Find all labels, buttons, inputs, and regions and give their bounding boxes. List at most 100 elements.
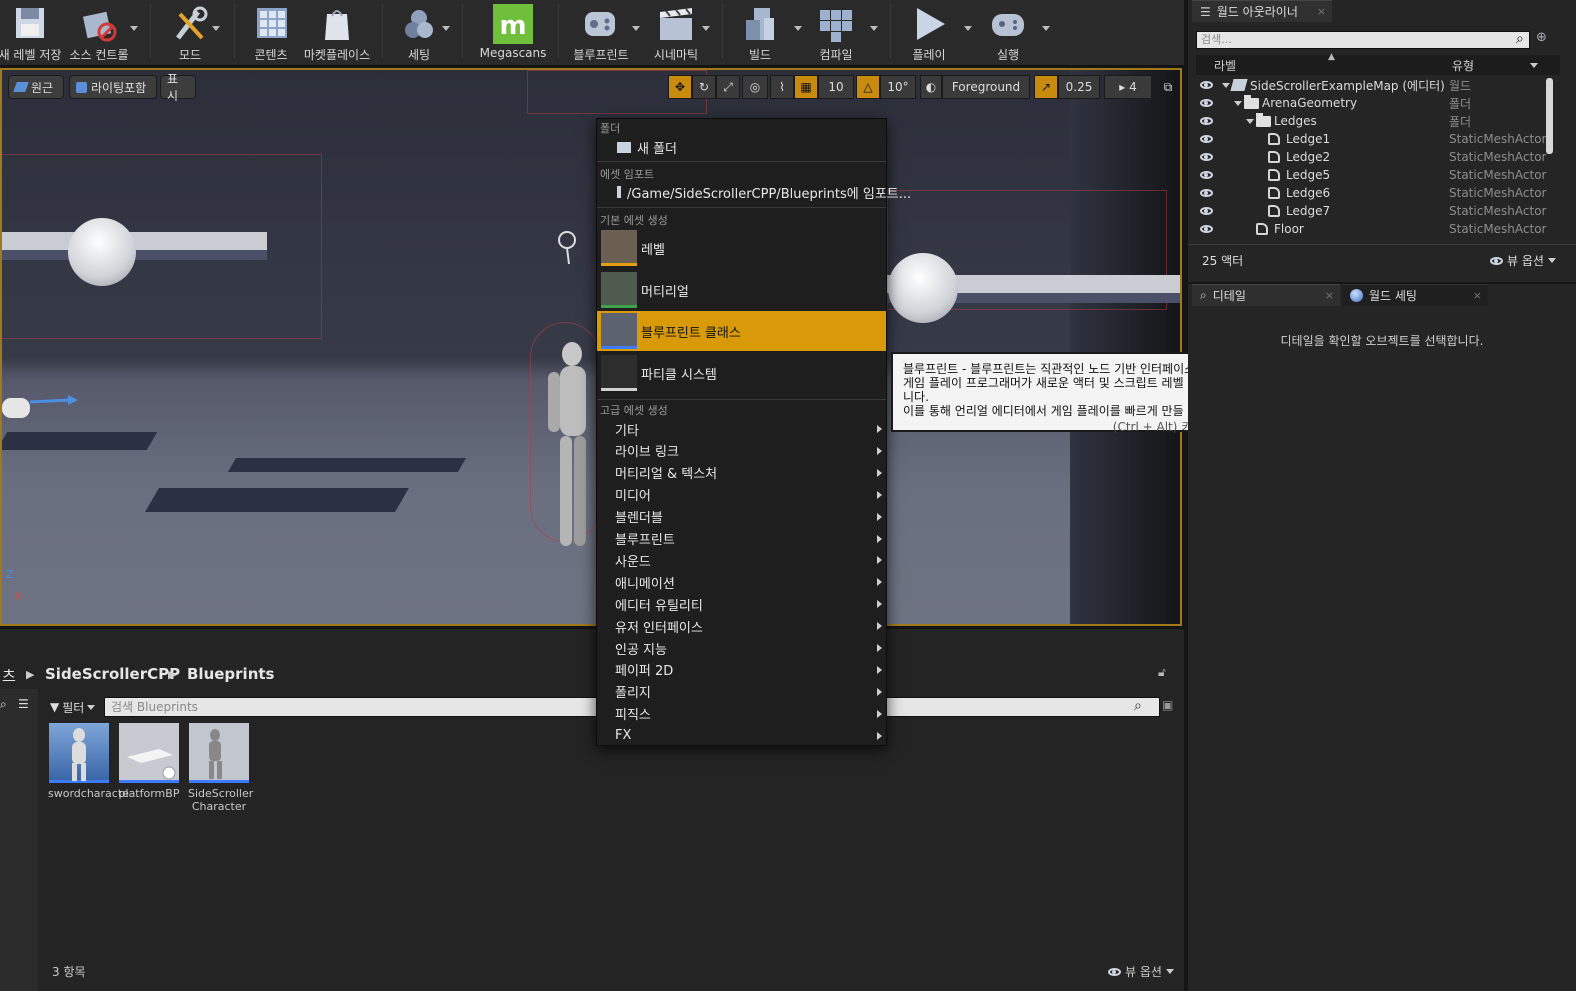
launch-button[interactable]: 실행 bbox=[982, 0, 1034, 62]
search-icon[interactable]: ⌕ bbox=[1134, 698, 1142, 714]
eye-icon[interactable] bbox=[1200, 171, 1213, 179]
eye-icon[interactable] bbox=[1200, 135, 1213, 143]
play-button[interactable]: 플레이 bbox=[904, 0, 954, 62]
translate-tool-icon[interactable]: ✥ bbox=[668, 75, 692, 99]
layer-dropdown[interactable]: Foreground bbox=[942, 75, 1030, 99]
launch-dropdown-icon[interactable] bbox=[1042, 26, 1050, 31]
modes-button[interactable]: 모드 bbox=[162, 0, 218, 62]
level-viewport[interactable]: Z X 원근 라이팅포함 표시 ✥ ↻ ⤢ ◎ ⌇ ▦ 10 △ 10° ◐ F… bbox=[0, 68, 1182, 626]
scale-tool-icon[interactable]: ⤢ bbox=[716, 75, 740, 99]
chevron-down-icon[interactable] bbox=[1222, 82, 1230, 88]
eye-icon[interactable] bbox=[1200, 153, 1213, 161]
outliner-row[interactable]: Ledge7 StaticMeshActor bbox=[1196, 202, 1548, 220]
asset-tile[interactable]: platformBP bbox=[118, 723, 180, 800]
settings-button[interactable]: 세팅 bbox=[394, 0, 444, 62]
save-search-icon[interactable]: ▣ bbox=[1162, 698, 1173, 712]
show-button[interactable]: 표시 bbox=[160, 72, 196, 103]
type-column-header[interactable]: 유형 bbox=[1452, 57, 1474, 74]
sources-panel-collapsed[interactable] bbox=[0, 689, 38, 991]
build-button[interactable]: 빌드 bbox=[736, 0, 784, 62]
advanced-asset-category-item[interactable]: 인공 지능 bbox=[597, 638, 886, 658]
play-dropdown-icon[interactable] bbox=[964, 26, 972, 31]
outliner-row[interactable]: Ledge2 StaticMeshActor bbox=[1196, 148, 1548, 166]
tab-details[interactable]: ⌕ 디테일 × bbox=[1192, 284, 1340, 306]
advanced-asset-category-item[interactable]: 머티리얼 & 텍스처 bbox=[597, 463, 886, 483]
label-column-header[interactable]: 라벨 bbox=[1214, 57, 1236, 74]
layer-icon[interactable]: ◐ bbox=[920, 75, 942, 99]
create-blueprint-class-item[interactable]: 블루프린트 클래스 bbox=[597, 311, 886, 351]
advanced-asset-category-item[interactable]: 에디터 유틸리티 bbox=[597, 594, 886, 614]
advanced-asset-category-item[interactable]: 사운드 bbox=[597, 550, 886, 570]
filter-button[interactable]: ▼ 필터 bbox=[50, 697, 102, 717]
advanced-asset-category-item[interactable]: FX bbox=[597, 726, 886, 746]
source-control-button[interactable]: 소스 컨트롤 bbox=[66, 0, 132, 62]
advanced-asset-category-item[interactable]: 블루프린트 bbox=[597, 529, 886, 549]
breadcrumb-blueprints[interactable]: Blueprints bbox=[187, 665, 274, 683]
eye-icon[interactable] bbox=[1200, 117, 1213, 125]
build-dropdown-icon[interactable] bbox=[794, 26, 802, 31]
scale-snap-value[interactable]: 0.25 bbox=[1058, 75, 1100, 99]
blueprints-button[interactable]: 블루프린트 bbox=[568, 0, 634, 62]
list-view-icon[interactable]: ☰ bbox=[18, 697, 34, 717]
outliner-row[interactable]: Ledges 폴더 bbox=[1196, 112, 1548, 130]
advanced-asset-category-item[interactable]: 블렌더블 bbox=[597, 507, 886, 527]
tab-world-outliner[interactable]: ☰ 월드 아웃라이너 × bbox=[1192, 0, 1332, 22]
advanced-asset-category-item[interactable]: 피직스 bbox=[597, 704, 886, 724]
cinematics-button[interactable]: 시네마틱 bbox=[648, 0, 704, 62]
view-options-button[interactable]: 뷰 옵션 bbox=[1108, 963, 1174, 980]
new-folder-item[interactable]: 새 폴더 bbox=[597, 137, 886, 157]
eye-icon[interactable] bbox=[1200, 225, 1213, 233]
advanced-asset-category-item[interactable]: 폴리지 bbox=[597, 682, 886, 702]
eye-icon[interactable] bbox=[1200, 207, 1213, 215]
advanced-asset-category-item[interactable]: 유저 인터페이스 bbox=[597, 616, 886, 636]
maximize-viewport-icon[interactable]: ⧉ bbox=[1158, 75, 1178, 99]
tab-world-settings[interactable]: 월드 세팅 × bbox=[1342, 284, 1488, 306]
outliner-row[interactable]: ArenaGeometry 폴더 bbox=[1196, 94, 1548, 112]
chevron-down-icon[interactable] bbox=[1246, 118, 1254, 124]
megascans-button[interactable]: m Megascans bbox=[478, 0, 548, 62]
breadcrumb-root[interactable]: 츠 bbox=[2, 665, 16, 686]
outliner-row[interactable]: Ledge6 StaticMeshActor bbox=[1196, 184, 1548, 202]
search-sources-icon[interactable]: ⌕ bbox=[0, 697, 14, 717]
rotation-snap-value[interactable]: 10° bbox=[880, 75, 916, 99]
advanced-asset-category-item[interactable]: 미디어 bbox=[597, 485, 886, 505]
close-icon[interactable]: × bbox=[1317, 5, 1326, 18]
source-control-dropdown-icon[interactable] bbox=[130, 26, 138, 31]
compile-button[interactable]: 컴파일 bbox=[810, 0, 862, 62]
close-icon[interactable]: × bbox=[1473, 289, 1482, 302]
chevron-down-icon[interactable] bbox=[1530, 63, 1538, 68]
outliner-row[interactable]: Ledge1 StaticMeshActor bbox=[1196, 130, 1548, 148]
settings-dropdown-icon[interactable] bbox=[442, 26, 450, 31]
rotate-tool-icon[interactable]: ↻ bbox=[692, 75, 716, 99]
content-button[interactable]: 콘텐츠 bbox=[246, 0, 296, 62]
modes-dropdown-icon[interactable] bbox=[212, 26, 220, 31]
outliner-view-options-button[interactable]: 뷰 옵션 bbox=[1490, 252, 1556, 269]
blueprints-dropdown-icon[interactable] bbox=[632, 26, 640, 31]
compile-dropdown-icon[interactable] bbox=[870, 26, 878, 31]
create-particle-system-item[interactable]: 파티클 시스템 bbox=[597, 353, 886, 393]
asset-tile[interactable]: swordcharacte bbox=[48, 723, 129, 800]
create-level-item[interactable]: 레벨 bbox=[597, 228, 886, 268]
asset-tile[interactable]: SideScroller Character bbox=[188, 723, 253, 813]
close-icon[interactable]: × bbox=[1325, 289, 1334, 302]
advanced-asset-category-item[interactable]: 기타 bbox=[597, 419, 886, 439]
surface-snap-icon[interactable]: ⌇ bbox=[770, 75, 794, 99]
grid-snap-value[interactable]: 10 bbox=[818, 75, 854, 99]
perspective-button[interactable]: 원근 bbox=[8, 75, 64, 99]
marketplace-button[interactable]: 마켓플레이스 bbox=[300, 0, 374, 62]
search-icon[interactable]: ⌕ bbox=[1516, 31, 1524, 47]
advanced-asset-category-item[interactable]: 페이퍼 2D bbox=[597, 660, 886, 680]
scale-snap-icon[interactable]: ↗ bbox=[1034, 75, 1058, 99]
import-item[interactable]: /Game/SideScrollerCPP/Blueprints에 임포트... bbox=[597, 182, 911, 202]
outliner-row[interactable]: SideScrollerExampleMap (에디터) 월드 bbox=[1196, 76, 1548, 94]
outliner-row[interactable]: Floor StaticMeshActor bbox=[1196, 220, 1548, 238]
cinematics-dropdown-icon[interactable] bbox=[702, 26, 710, 31]
eye-icon[interactable] bbox=[1200, 81, 1213, 89]
eye-icon[interactable] bbox=[1200, 189, 1213, 197]
rotation-snap-icon[interactable]: △ bbox=[856, 75, 880, 99]
advanced-asset-category-item[interactable]: 애니메이션 bbox=[597, 572, 886, 592]
lock-icon[interactable]: 🔓︎ bbox=[1158, 665, 1166, 680]
breadcrumb-sidescrollercpp[interactable]: SideScrollerCPP bbox=[45, 665, 180, 683]
chevron-down-icon[interactable] bbox=[1234, 100, 1242, 106]
camera-speed-button[interactable]: ▸ 4 bbox=[1104, 75, 1152, 99]
